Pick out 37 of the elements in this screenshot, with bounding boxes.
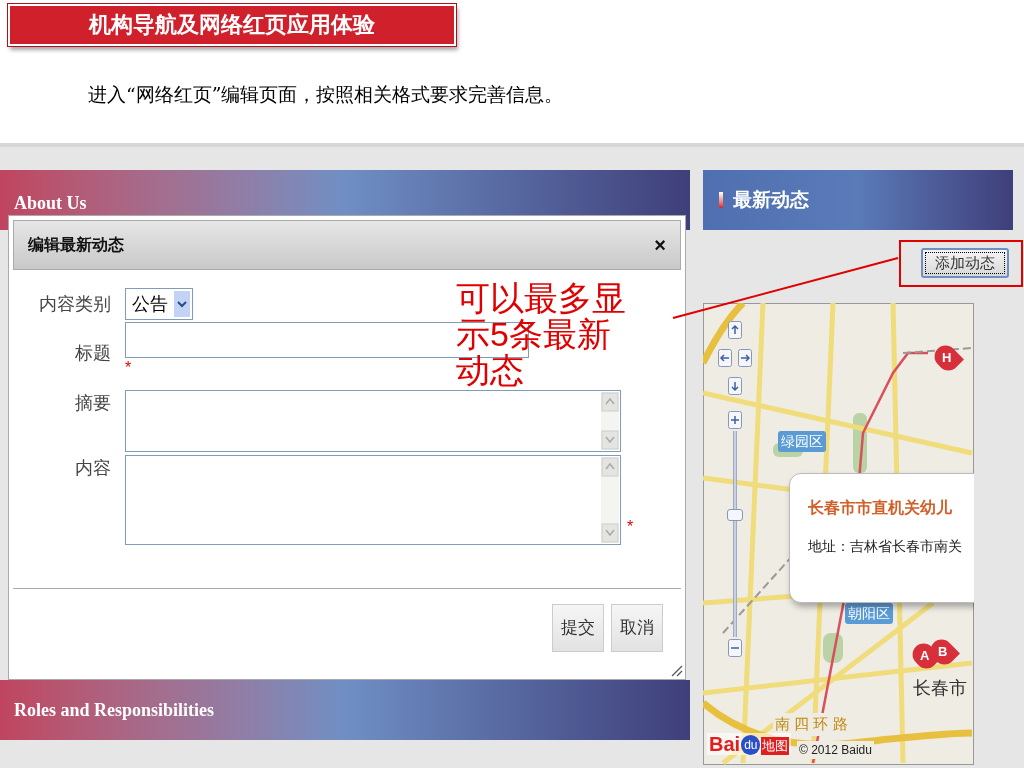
popup-title: 长春市市直机关幼儿 xyxy=(808,498,953,518)
close-button[interactable]: × xyxy=(654,230,666,260)
field-label: 内容类别 xyxy=(38,292,112,316)
field-label: 标题 xyxy=(74,342,112,365)
dialog-title: 编辑最新动态 xyxy=(28,235,124,255)
field-label: 内容 xyxy=(74,457,112,480)
pan-right-icon[interactable] xyxy=(738,349,752,367)
text-area[interactable] xyxy=(125,455,621,545)
annotation-text: 可以最多显示5条最新动态 xyxy=(456,280,627,388)
logo-map-text: 地图 xyxy=(761,737,790,755)
pan-left-icon[interactable] xyxy=(718,349,732,367)
slide-title: 机构导航及网络红页应用体验 xyxy=(8,4,456,46)
scrollbar-drawing xyxy=(601,392,619,450)
popup-address: 地址：吉林省长春市南关 xyxy=(808,537,963,556)
logo-text: Bai xyxy=(709,733,741,755)
zoom-in-icon[interactable] xyxy=(728,411,742,429)
dialog-button[interactable]: 提交 xyxy=(552,604,604,652)
map-copyright: © 2012 Baidu xyxy=(797,741,874,759)
map-label: 南 四 环 路 xyxy=(773,713,850,736)
map-label: 长春市 xyxy=(913,677,967,700)
map-label: 朝阳区 xyxy=(845,603,893,624)
map-label: 绿园区 xyxy=(778,431,826,452)
text-area[interactable] xyxy=(125,390,621,452)
marker-icon xyxy=(719,192,723,208)
panel-title: 最新动态 xyxy=(733,187,809,212)
section-title: About Us xyxy=(14,192,87,215)
section-title: Roles and Responsibilities xyxy=(14,698,215,722)
zoom-out-icon[interactable] xyxy=(728,639,742,657)
resize-grip-icon xyxy=(671,665,683,677)
instruction-text: 进入“网络红页”编辑页面，按照相关格式要求完善信息。 xyxy=(88,82,564,107)
dialog-button[interactable]: 取消 xyxy=(611,604,663,652)
category-select[interactable]: 公告 xyxy=(125,288,193,320)
pan-down-icon[interactable] xyxy=(728,377,742,395)
add-news-button[interactable]: 添加动态 xyxy=(921,248,1009,278)
pan-up-icon[interactable] xyxy=(728,321,742,339)
required-mark: * xyxy=(627,517,634,537)
field-label: 摘要 xyxy=(74,392,112,415)
